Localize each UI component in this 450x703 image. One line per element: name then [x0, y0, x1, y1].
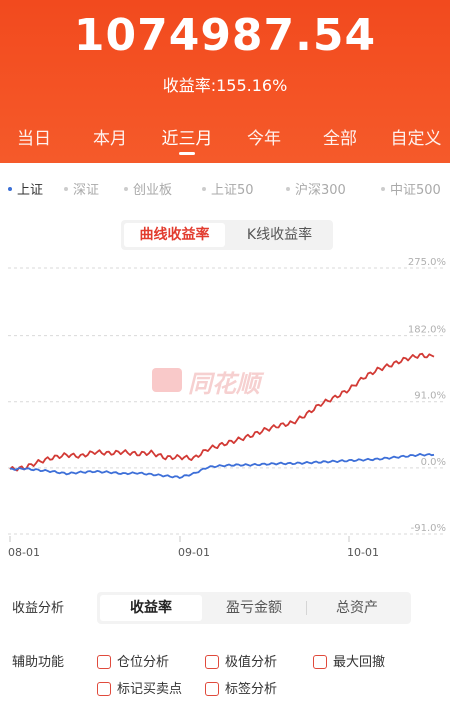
check-extreme-analysis-label: 极值分析: [225, 655, 278, 670]
watermark-text: 同花顺: [188, 370, 260, 398]
yield-analysis-row: 收益分析 收益率 盈亏金额 总资产: [0, 591, 450, 625]
watermark-logo: 同花顺: [152, 364, 272, 398]
tab-last-three-months[interactable]: 近三月: [155, 124, 219, 149]
checkbox-icon: [313, 654, 327, 669]
checkbox-icon: [97, 681, 111, 696]
check-tag-analysis-label: 标签分析: [225, 682, 278, 697]
dot-icon: [202, 186, 206, 191]
x-tick-label: 08-01: [8, 546, 40, 559]
analysis-segment-group: 收益率 盈亏金额 总资产: [97, 592, 411, 624]
dot-icon: [8, 186, 12, 191]
tab-this-year[interactable]: 今年: [232, 124, 296, 149]
index-csi300[interactable]: 沪深300: [286, 179, 346, 198]
analysis-tab-total-assets[interactable]: 总资产: [307, 595, 407, 621]
check-mark-trade-points[interactable]: 标记买卖点: [97, 678, 182, 697]
y-tick-label: 182.0%: [408, 325, 446, 336]
kline-yield-tab[interactable]: K线收益率: [229, 223, 330, 247]
index-szse[interactable]: 深证: [64, 179, 99, 198]
analysis-tab-yield[interactable]: 收益率: [100, 595, 202, 621]
check-position-analysis-label: 仓位分析: [117, 655, 170, 670]
yield-rate-label: 收益率:: [162, 76, 217, 95]
dot-icon: [64, 186, 68, 191]
index-sse50[interactable]: 上证50: [202, 179, 254, 198]
index-sse-label: 上证: [17, 183, 44, 198]
index-csi500-label: 中证500: [390, 183, 441, 198]
dot-icon: [381, 186, 385, 191]
aux-functions-label: 辅助功能: [12, 655, 65, 670]
checkbox-icon: [97, 654, 111, 669]
tab-this-month[interactable]: 本月: [78, 124, 142, 149]
tab-all[interactable]: 全部: [308, 124, 372, 149]
y-tick-label: 0.0%: [421, 457, 446, 468]
dot-icon: [124, 186, 128, 191]
tab-custom[interactable]: 自定义: [384, 124, 448, 149]
chart-type-toggle: 曲线收益率 K线收益率: [121, 220, 333, 250]
yield-rate: 收益率:155.16%: [0, 72, 450, 96]
yield-chart-svg: 275.0% 182.0% 91.0% 0.0% -91.0% 08-01 09-01 10-…: [8, 258, 446, 559]
check-extreme-analysis[interactable]: 极值分析: [205, 651, 277, 670]
checkbox-icon: [205, 681, 219, 696]
y-tick-label: 275.0%: [408, 258, 446, 268]
index-szse-label: 深证: [73, 183, 100, 198]
index-chinext[interactable]: 创业板: [124, 179, 172, 198]
y-tick-label: 91.0%: [414, 391, 446, 402]
total-assets-value: 1074987.54: [73, 10, 377, 61]
check-mark-trade-points-label: 标记买卖点: [117, 682, 183, 697]
summary-header: 1074987.54 收益率:155.16% 当日 本月 近三月 今年 全部 自…: [0, 0, 450, 163]
yield-analysis-label: 收益分析: [12, 601, 65, 616]
index-csi500[interactable]: 中证500: [381, 179, 441, 198]
dot-icon: [286, 186, 290, 191]
brand-logo-icon: [152, 368, 182, 392]
yield-rate-value: 155.16%: [216, 76, 288, 95]
index-sse50-label: 上证50: [211, 183, 254, 198]
check-position-analysis[interactable]: 仓位分析: [97, 651, 169, 670]
index-chinext-label: 创业板: [133, 183, 173, 198]
analysis-tab-profit-loss[interactable]: 盈亏金额: [204, 595, 304, 621]
curve-yield-tab[interactable]: 曲线收益率: [124, 223, 225, 247]
benchmark-index-line: [9, 452, 435, 479]
index-sse[interactable]: 上证: [8, 179, 43, 198]
active-tab-indicator: [179, 152, 195, 155]
yield-chart[interactable]: 275.0% 182.0% 91.0% 0.0% -91.0% 08-01 09-01 10-…: [0, 258, 450, 568]
y-tick-label: -91.0%: [411, 523, 446, 534]
check-max-drawdown[interactable]: 最大回撤: [313, 651, 385, 670]
x-tick-label: 10-01: [347, 546, 379, 559]
x-tick-label: 09-01: [178, 546, 210, 559]
benchmark-index-selector: 上证 深证 创业板 上证50 沪深300 中证500: [0, 175, 450, 199]
tab-today[interactable]: 当日: [2, 124, 66, 149]
period-tabs: 当日 本月 近三月 今年 全部 自定义: [0, 124, 450, 155]
index-csi300-label: 沪深300: [295, 183, 346, 198]
check-tag-analysis[interactable]: 标签分析: [205, 678, 277, 697]
check-max-drawdown-label: 最大回撤: [333, 655, 386, 670]
checkbox-icon: [205, 654, 219, 669]
